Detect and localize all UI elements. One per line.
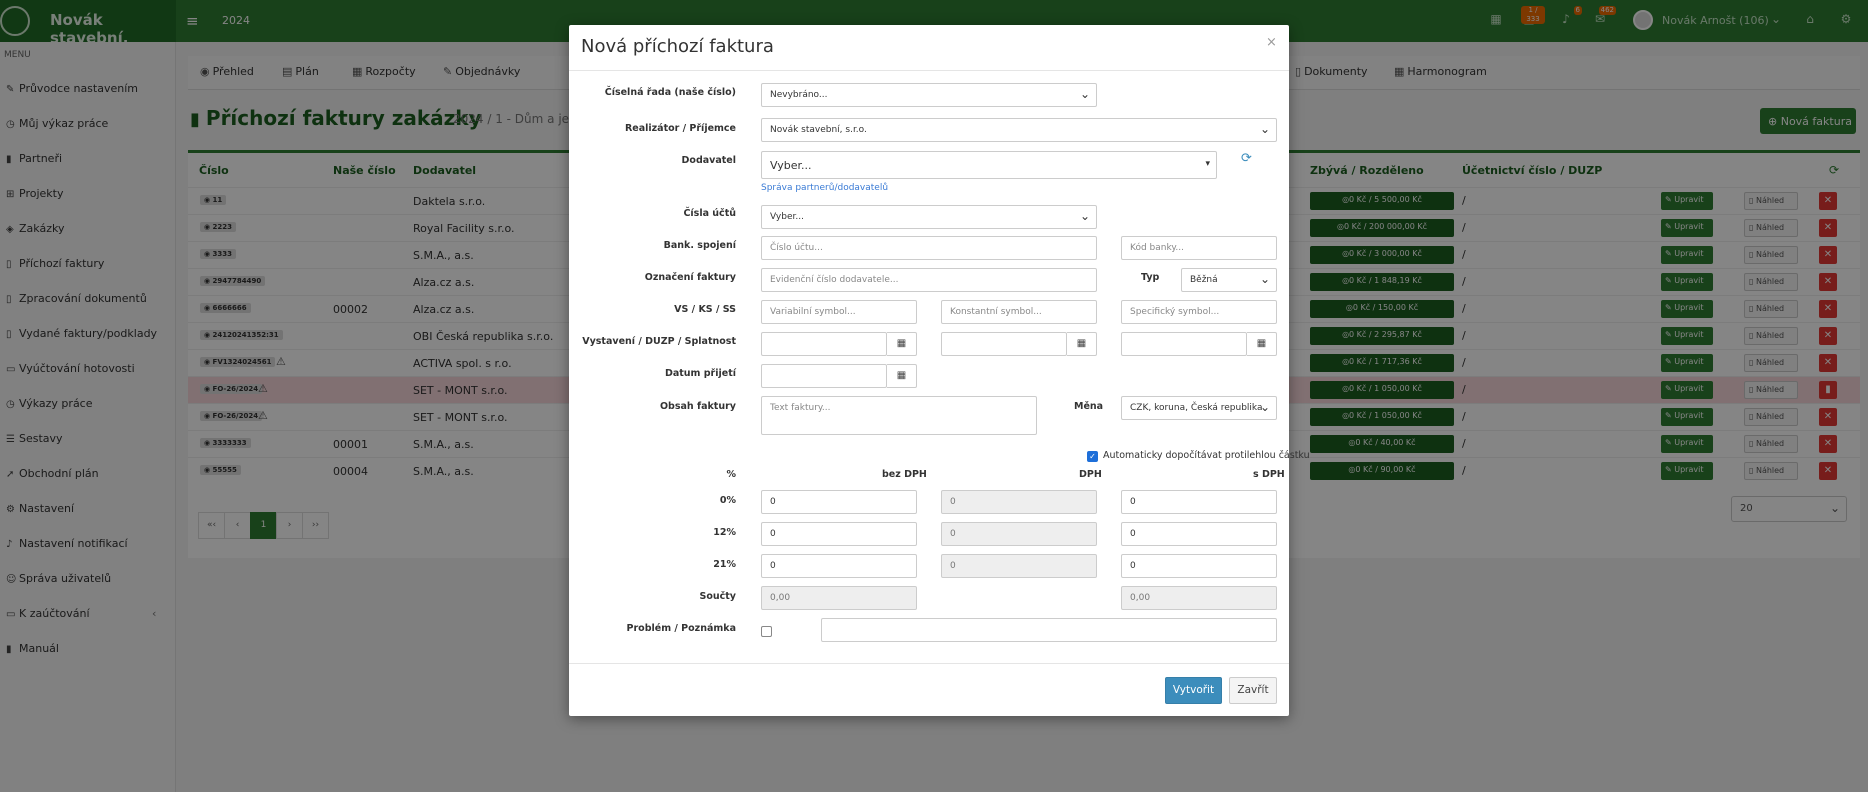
amount-21-with-vat-input[interactable]: 0	[1121, 554, 1277, 578]
label-type: Typ	[1141, 272, 1160, 283]
problem-note-input[interactable]	[821, 618, 1277, 642]
chevron-down-icon: ⌄	[1079, 209, 1090, 223]
amount-0-vat-input: 0	[941, 490, 1097, 514]
dialog-footer-divider	[569, 663, 1289, 664]
currency-select[interactable]: CZK, koruna, Česká republika ⌄	[1121, 396, 1277, 420]
dialog-title: Nová příchozí faktura	[581, 36, 774, 57]
amount-0-without-vat-input[interactable]: 0	[761, 490, 917, 514]
calendar-icon[interactable]: ▦	[1067, 332, 1097, 356]
total-with-vat: 0,00	[1121, 586, 1277, 610]
label-rate-21: 21%	[713, 559, 736, 570]
refresh-icon[interactable]: ⟳	[1241, 151, 1252, 166]
invoice-type-select[interactable]: Běžná ⌄	[1181, 268, 1277, 292]
supplier-value: Vyber...	[770, 159, 812, 172]
close-icon[interactable]: ×	[1266, 35, 1277, 50]
due-date-input[interactable]	[1121, 332, 1247, 356]
chevron-down-icon: ⌄	[1259, 400, 1270, 414]
realizer-select[interactable]: Novák stavební, s.r.o. ⌄	[761, 118, 1277, 142]
account-numbers-value: Vyber...	[770, 212, 804, 222]
label-receipt-date: Datum přijetí	[664, 368, 736, 379]
amount-0-with-vat-input[interactable]: 0	[1121, 490, 1277, 514]
number-series-select[interactable]: Nevybráno... ⌄	[761, 83, 1097, 107]
supplier-evidence-number-input[interactable]: Evidenční číslo dodavatele...	[761, 268, 1097, 292]
label-bank-connection: Bank. spojení	[663, 240, 736, 251]
partner-management-link[interactable]: Správa partnerů/dodavatelů	[761, 183, 888, 193]
header-vat: DPH	[1079, 469, 1102, 480]
account-numbers-select[interactable]: Vyber... ⌄	[761, 205, 1097, 229]
label-supplier: Dodavatel	[681, 155, 736, 166]
label-number-series: Číselná řada (naše číslo)	[604, 87, 736, 98]
label-invoice-content: Obsah faktury	[659, 401, 736, 412]
calendar-icon[interactable]: ▦	[1247, 332, 1277, 356]
label-realizer: Realizátor / Příjemce	[624, 123, 736, 134]
caret-down-icon: ▾	[1205, 159, 1210, 169]
amount-12-with-vat-input[interactable]: 0	[1121, 522, 1277, 546]
variable-symbol-input[interactable]: Variabilní symbol...	[761, 300, 917, 324]
label-totals: Součty	[699, 591, 737, 602]
label-problem-note: Problém / Poznámka	[626, 623, 736, 634]
header-with-vat: s DPH	[1253, 469, 1285, 480]
label-symbols: VS / KS / SS	[674, 304, 736, 315]
invoice-type-value: Běžná	[1190, 275, 1218, 285]
chevron-down-icon: ⌄	[1259, 272, 1270, 286]
new-invoice-dialog: Nová příchozí faktura × Číselná řada (na…	[569, 25, 1310, 716]
realizer-value: Novák stavební, s.r.o.	[770, 125, 867, 135]
create-button[interactable]: Vytvořit	[1165, 677, 1222, 704]
supplier-select[interactable]: Vyber... ▾	[761, 151, 1217, 179]
chevron-down-icon: ⌄	[1259, 122, 1270, 136]
label-rate-0: 0%	[719, 495, 736, 506]
duzp-date-input[interactable]	[941, 332, 1067, 356]
amount-12-without-vat-input[interactable]: 0	[761, 522, 917, 546]
auto-calc-checkbox[interactable]: ✓	[1087, 451, 1098, 462]
chevron-down-icon: ⌄	[1079, 87, 1090, 101]
dialog-header-divider	[569, 70, 1289, 71]
header-without-vat: bez DPH	[882, 469, 927, 480]
issue-date-input[interactable]	[761, 332, 887, 356]
calendar-icon[interactable]: ▦	[887, 332, 917, 356]
constant-symbol-input[interactable]: Konstantní symbol...	[941, 300, 1097, 324]
account-number-input[interactable]: Číslo účtu...	[761, 236, 1097, 260]
label-rate-12: 12%	[713, 527, 736, 538]
close-button[interactable]: Zavřít	[1229, 677, 1277, 704]
amount-21-without-vat-input[interactable]: 0	[761, 554, 917, 578]
amount-12-vat-input: 0	[941, 522, 1097, 546]
invoice-text-textarea[interactable]: Text faktury...	[761, 396, 1037, 435]
calendar-icon[interactable]: ▦	[887, 364, 917, 388]
receipt-date-input[interactable]	[761, 364, 887, 388]
label-invoice-designation: Označení faktury	[644, 272, 736, 283]
currency-value: CZK, koruna, Česká republika	[1130, 403, 1263, 413]
specific-symbol-input[interactable]: Specifický symbol...	[1121, 300, 1277, 324]
label-currency: Měna	[1074, 401, 1104, 412]
label-percent-header: %	[726, 469, 736, 480]
number-series-value: Nevybráno...	[770, 90, 828, 100]
total-without-vat: 0,00	[761, 586, 917, 610]
problem-checkbox[interactable]	[761, 626, 772, 637]
amount-21-vat-input: 0	[941, 554, 1097, 578]
auto-calc-label: Automaticky dopočítávat protilehlou část…	[1103, 450, 1310, 461]
bank-code-input[interactable]: Kód banky...	[1121, 236, 1277, 260]
label-account-numbers: Čísla účtů	[683, 208, 736, 219]
label-dates: Vystavení / DUZP / Splatnost	[582, 336, 736, 347]
